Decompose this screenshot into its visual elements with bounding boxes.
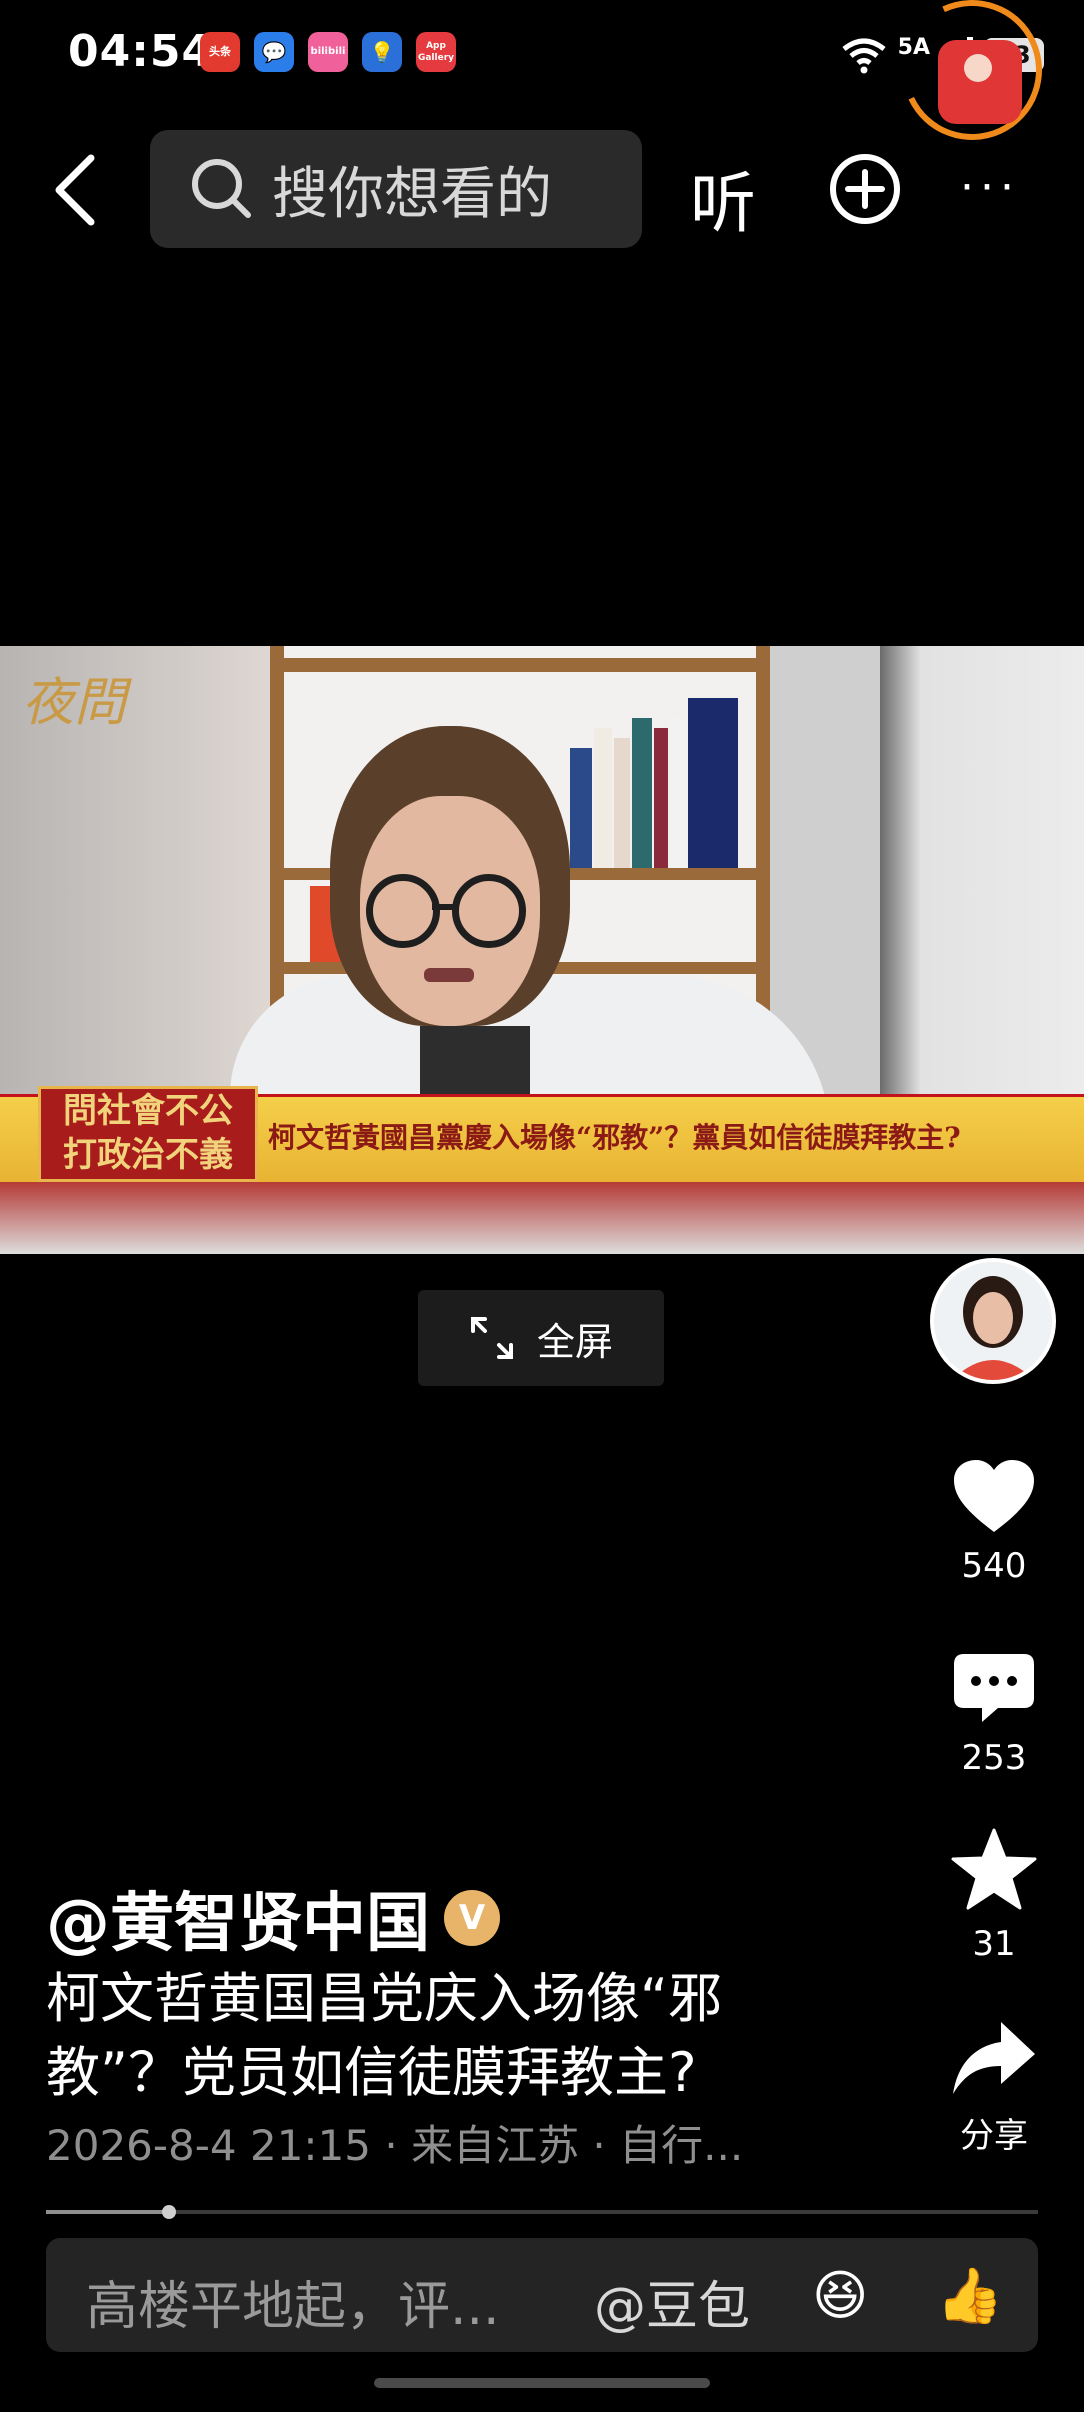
like-count: 540 [961, 1546, 1027, 1586]
app-gallery-icon: App Gallery [416, 32, 456, 72]
emoji-button[interactable]: 😆 [812, 2264, 868, 2327]
listen-button[interactable]: 听 [690, 150, 756, 246]
like-button[interactable]: 540 [940, 1458, 1048, 1586]
bilibili-app-icon: bilibili [308, 32, 348, 72]
program-logo: 夜問 [22, 673, 127, 733]
comment-bubble-icon [954, 1654, 1034, 1722]
post-meta: 2026-8-4 21:15 · 来自江苏 · 自行... [46, 2121, 744, 2170]
back-button[interactable] [40, 150, 110, 230]
progress-fill [46, 2210, 169, 2214]
caption-line-1: 柯文哲黄国昌党庆入场像“邪 [46, 1967, 722, 2030]
star-icon [951, 1828, 1037, 1910]
comment-button[interactable]: 253 [940, 1652, 1048, 1778]
expand-icon [470, 1317, 513, 1359]
video-player[interactable]: 夜問 問社會不公 打政治不義 柯文哲黃國昌黨慶入場像“邪教”？黨員如信徒膜拜教主… [0, 646, 1084, 1254]
ticker-slogan-line1: 問社會不公 [63, 1091, 233, 1131]
author-handle[interactable]: @黄智贤中国 [46, 1872, 430, 1964]
more-options-button[interactable]: ··· [960, 162, 1020, 213]
comment-input-bar[interactable]: 高楼平地起，评... @豆包 😆 👍 [46, 2238, 1038, 2352]
search-placeholder: 搜你想看的 [272, 161, 552, 227]
red-packet-icon[interactable] [938, 40, 1022, 124]
mention-doubao-button[interactable]: @豆包 [594, 2264, 750, 2339]
heart-icon [954, 1460, 1034, 1532]
search-box[interactable]: 搜你想看的 [150, 130, 642, 248]
author-name[interactable]: @黄智贤中国 V [46, 1872, 500, 1964]
add-button[interactable] [828, 152, 902, 230]
author-avatar[interactable] [930, 1258, 1056, 1384]
status-time: 04:54 [68, 26, 214, 77]
avatar-image [934, 1262, 1052, 1380]
favorite-count: 31 [972, 1924, 1016, 1964]
search-icon [192, 159, 251, 218]
ticker-shadow [0, 1182, 1084, 1254]
share-arrow-icon [953, 2022, 1035, 2094]
verified-badge: V [444, 1890, 500, 1946]
caption-line-2: 教”？党员如信徒膜拜教主? [46, 2041, 697, 2104]
speaker-face [360, 796, 540, 1026]
ticker-slogan-box: 問社會不公 打政治不義 [38, 1086, 258, 1182]
home-indicator[interactable] [374, 2378, 710, 2388]
video-progress-bar[interactable] [46, 2205, 1038, 2219]
bulb-app-icon: 💡 [362, 32, 402, 72]
wifi-icon [842, 38, 886, 74]
share-label: 分享 [960, 2116, 1028, 2156]
video-caption[interactable]: 柯文哲黄国昌党庆入场像“邪 教”？党员如信徒膜拜教主? [46, 1962, 826, 2110]
toutiao-app-icon: 头条 [200, 32, 240, 72]
comment-count: 253 [961, 1738, 1027, 1778]
plus-circle-icon [830, 154, 900, 224]
fullscreen-label: 全屏 [536, 1319, 613, 1364]
fullscreen-button[interactable]: 全屏 [418, 1290, 664, 1386]
share-button[interactable]: 分享 [940, 2020, 1048, 2157]
comment-input[interactable]: 高楼平地起，评... [86, 2264, 500, 2339]
thumbs-up-button[interactable]: 👍 [936, 2264, 1003, 2328]
progress-knob[interactable] [162, 2205, 176, 2219]
ticker-headline: 柯文哲黃國昌黨慶入場像“邪教”？黨員如信徒膜拜教主? [268, 1121, 961, 1154]
ticker-slogan-line2: 打政治不義 [63, 1135, 233, 1175]
favorite-button[interactable]: 31 [940, 1828, 1048, 1964]
message-app-icon: 💬 [254, 32, 294, 72]
chevron-left-icon [55, 154, 95, 226]
